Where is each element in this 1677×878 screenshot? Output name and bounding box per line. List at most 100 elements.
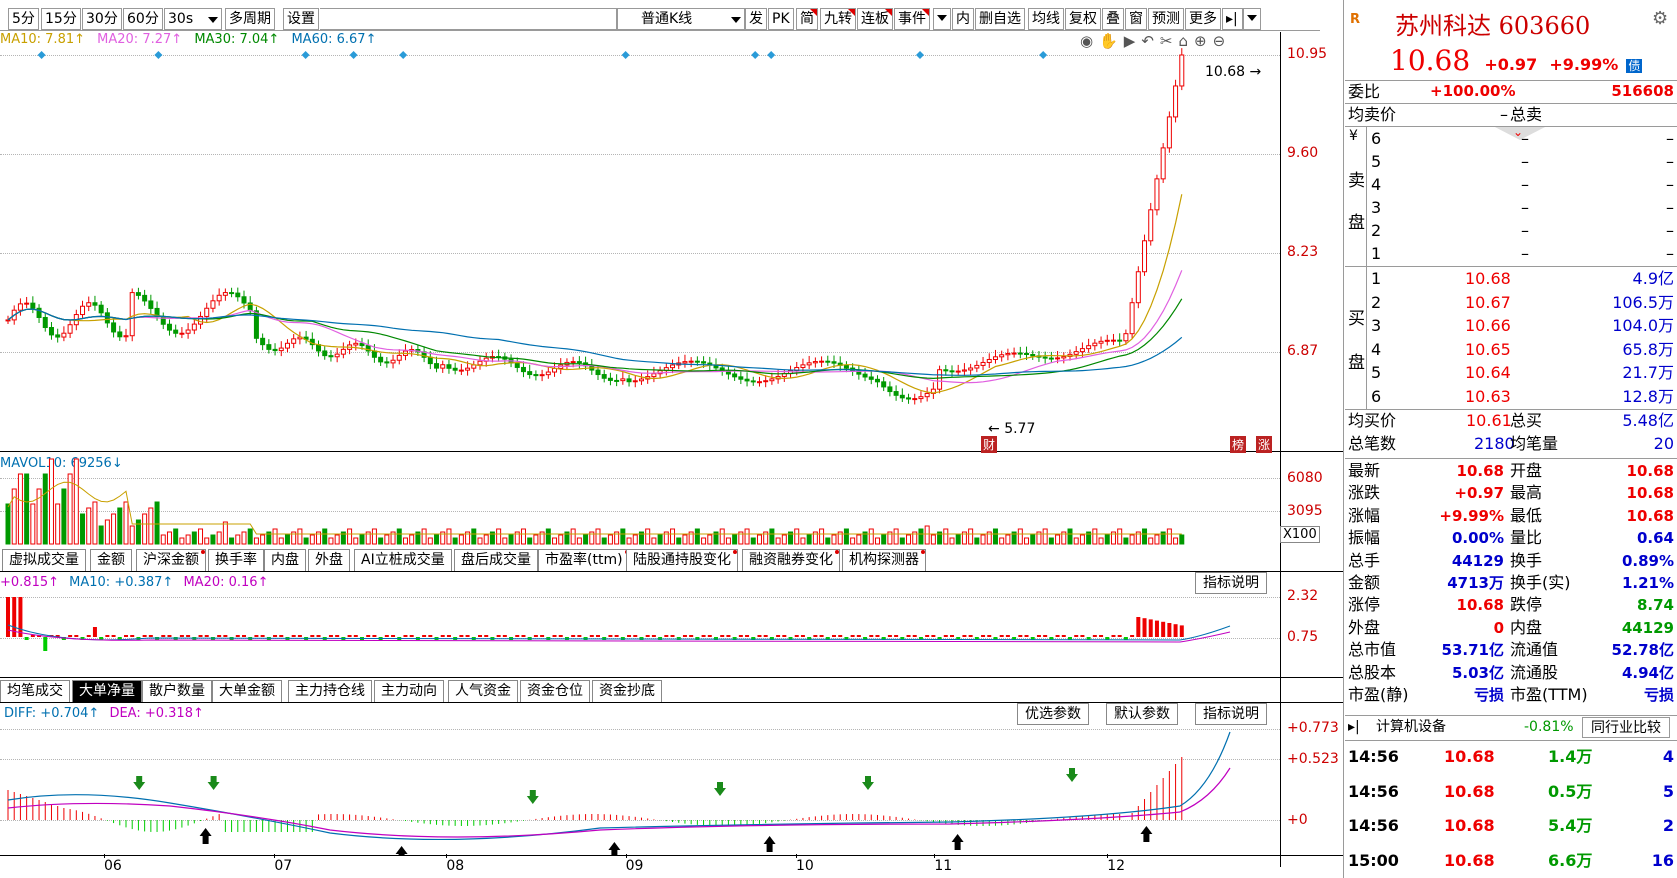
indicator-tab-7[interactable]: 资金仓位	[520, 680, 590, 702]
financial-report-badge[interactable]: 财	[981, 436, 998, 453]
bond-badge[interactable]: 债	[1626, 59, 1643, 73]
volume-tab-5[interactable]: 外盘	[308, 549, 350, 571]
volume-tab-8[interactable]: 市盈率(ttm)	[538, 549, 630, 571]
volume-bar	[160, 534, 166, 545]
tool-delete-watchlist-button[interactable]: 删自选	[975, 8, 1025, 30]
buy-price[interactable]: 10.67	[1465, 291, 1511, 314]
volume-tab-10[interactable]: 融资融券变化	[742, 549, 840, 571]
tool-forecast-button[interactable]: 预测	[1148, 8, 1184, 30]
volume-tab-11[interactable]: 机构探测器	[842, 549, 926, 571]
macd-explain-button[interactable]: 指标说明	[1195, 703, 1267, 725]
settings-button[interactable]: 设置	[283, 8, 319, 30]
tick-row: 14:56 10.68 5.4万 2	[1348, 813, 1674, 839]
tool-more-button[interactable]: 更多	[1185, 8, 1221, 30]
volume-tab-0[interactable]: 虚拟成交量	[2, 549, 86, 571]
expand-panel-icon[interactable]: ▸|	[1348, 716, 1360, 739]
volume-tab-1[interactable]: 金额	[90, 549, 132, 571]
buy-price[interactable]: 10.68	[1465, 267, 1511, 290]
period-15min-button[interactable]: 15分	[41, 8, 81, 30]
event-marker-icon[interactable]	[349, 51, 358, 59]
sell-price[interactable]: –	[1521, 242, 1529, 265]
indicator-tab-0[interactable]: 均笔成交	[0, 680, 70, 702]
volume-tab-9[interactable]: 陆股通持股变化	[626, 549, 738, 571]
event-marker-icon[interactable]	[621, 51, 630, 59]
sell-price[interactable]: –	[1521, 173, 1529, 196]
sector-compare-button[interactable]: 同行业比较	[1582, 717, 1670, 738]
period-60min-button[interactable]: 60分	[123, 8, 163, 30]
buy-order-row: 5 10.64 21.7万	[1369, 361, 1674, 384]
kline-chart[interactable]	[0, 32, 1280, 451]
event-marker-icon[interactable]	[37, 51, 46, 59]
ranking-badge[interactable]: 榜	[1230, 436, 1247, 453]
sell-price[interactable]: –	[1521, 196, 1529, 219]
tool-events-button[interactable]: 事件	[894, 8, 930, 30]
buy-price[interactable]: 10.64	[1465, 361, 1511, 384]
tool-nei-button[interactable]: 内	[952, 8, 974, 30]
volume-tab-4[interactable]: 内盘	[264, 549, 306, 571]
event-marker-icon[interactable]	[916, 51, 924, 59]
tool-jian-button[interactable]: 简	[796, 8, 818, 30]
indicator-tab-8[interactable]: 资金抄底	[592, 680, 662, 702]
period-30min-button[interactable]: 30分	[82, 8, 122, 30]
indicator-tab-2[interactable]: 散户数量	[142, 680, 212, 702]
kline-type-select[interactable]: 普通K线	[617, 8, 745, 30]
sector-name[interactable]: 计算机设备	[1376, 716, 1446, 739]
indicator-bar	[446, 635, 451, 637]
indicator-tab-3[interactable]: 大单金额	[212, 680, 282, 702]
event-marker-icon[interactable]	[751, 51, 760, 59]
buy-price[interactable]: 10.63	[1465, 385, 1511, 408]
tool-window-button[interactable]: 窗	[1125, 8, 1147, 30]
candle-body	[961, 369, 967, 372]
indicator-bar	[757, 635, 762, 637]
default-params-button[interactable]: 默认参数	[1106, 703, 1178, 725]
limit-up-badge[interactable]: 涨	[1256, 436, 1273, 453]
tool-ma-button[interactable]: 均线	[1028, 8, 1064, 30]
volume-tab-7[interactable]: 盘后成交量	[454, 549, 538, 571]
macd-chart[interactable]	[0, 728, 1280, 855]
sell-price[interactable]: –	[1521, 219, 1529, 242]
volume-tab-6[interactable]: AI立桩成交量	[354, 549, 452, 571]
volume-bar	[1123, 537, 1129, 545]
indicator-tab-4[interactable]: 主力持仓线	[288, 680, 372, 702]
buy-level: 5	[1371, 363, 1382, 383]
event-marker-icon[interactable]	[399, 51, 408, 59]
indicator-chart[interactable]	[0, 590, 1280, 677]
tool-fa-button[interactable]: 发	[745, 8, 767, 30]
tool-more-dropdown[interactable]	[933, 8, 951, 30]
candle-body	[682, 361, 688, 364]
event-marker-icon[interactable]	[1039, 51, 1048, 59]
indicator-tab-6[interactable]: 人气资金	[448, 680, 518, 702]
period-5min-button[interactable]: 5分	[8, 8, 39, 30]
candle-body	[135, 292, 141, 296]
expand-panel-icon[interactable]: ▸|	[1222, 8, 1243, 30]
indicator-tab-1[interactable]: 大单净量	[72, 680, 142, 702]
gear-icon[interactable]: ⚙	[1652, 8, 1668, 29]
volume-tab-3[interactable]: 换手率	[208, 549, 264, 571]
volume-bar	[881, 534, 887, 545]
tool-lianban-button[interactable]: 连板	[857, 8, 893, 30]
volume-bar	[1017, 528, 1023, 545]
indicator-bar	[372, 635, 377, 637]
chevron-down-icon	[731, 17, 741, 23]
buy-price[interactable]: 10.65	[1465, 338, 1511, 361]
multi-period-button[interactable]: 多周期	[225, 8, 275, 30]
optimal-params-button[interactable]: 优选参数	[1017, 703, 1089, 725]
volume-tab-2[interactable]: 沪深金额	[136, 549, 206, 571]
volume-bar	[508, 534, 514, 545]
sell-volume: –	[1666, 129, 1674, 148]
buy-price[interactable]: 10.66	[1465, 314, 1511, 337]
sell-price[interactable]: –	[1521, 150, 1529, 173]
event-marker-icon[interactable]	[767, 51, 776, 59]
period-30s-select[interactable]: 30s	[164, 8, 222, 30]
tool-overlay-button[interactable]: 叠	[1102, 8, 1124, 30]
event-marker-icon[interactable]	[301, 51, 310, 59]
indicator-tab-5[interactable]: 主力动向	[374, 680, 444, 702]
tool-fuquan-button[interactable]: 复权	[1065, 8, 1101, 30]
tool-jiuzhuan-button[interactable]: 九转	[820, 8, 856, 30]
toolbar-dropdown[interactable]	[1243, 8, 1261, 30]
tool-pk-button[interactable]: PK	[768, 8, 794, 30]
r-badge: R	[1350, 12, 1361, 27]
volume-chart[interactable]	[0, 452, 1280, 546]
sell-price[interactable]: –	[1521, 127, 1529, 150]
event-marker-icon[interactable]	[154, 51, 163, 59]
